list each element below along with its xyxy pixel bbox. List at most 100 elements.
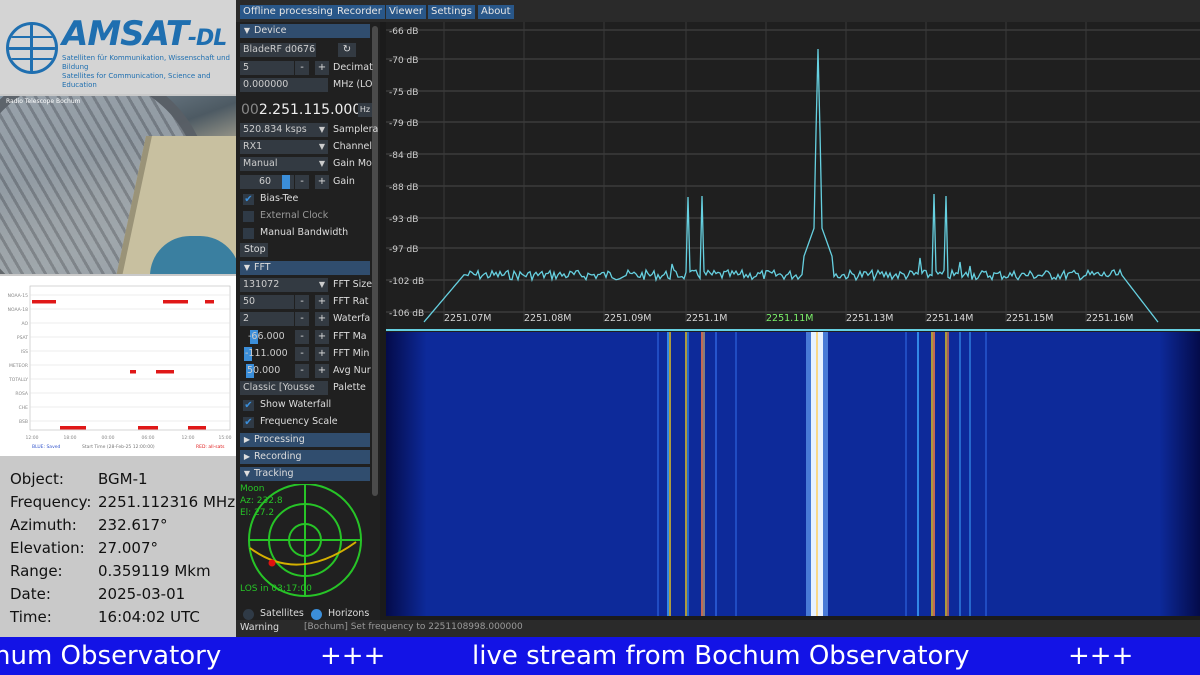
avg-input[interactable]: 50.000 — [240, 364, 294, 378]
avg-plus-button[interactable]: + — [315, 364, 329, 378]
palette-label: Palette — [333, 382, 366, 393]
spectrum-db-label: -70 dB — [389, 56, 418, 66]
device-select[interactable]: BladeRF d0676 — [240, 43, 316, 57]
refresh-icon[interactable]: ↻ — [338, 43, 356, 57]
spectrum-freq-label: 2251.14M — [926, 313, 973, 324]
satellite-schedule: NOAA-15 NOAA-18 AO PSAT ISS METEOR TOTALLY ROSA… — [0, 276, 236, 456]
section-fft[interactable]: ▼ FFT — [240, 261, 370, 275]
logo-brand: AMSAT-DL — [62, 14, 227, 54]
external-clock-checkbox[interactable] — [243, 211, 254, 222]
section-processing[interactable]: ▶ Processing — [240, 433, 370, 447]
fft-max-minus-button[interactable]: - — [295, 330, 309, 344]
channel-select[interactable]: RX1 ▼ — [240, 140, 328, 154]
bias-tee-label: Bias-Tee — [260, 193, 299, 204]
waterfall-minus-button[interactable]: - — [295, 312, 309, 326]
fft-max-plus-button[interactable]: + — [315, 330, 329, 344]
waterfall-rate-input[interactable]: 2 — [240, 312, 294, 326]
spectrum-freq-label: 2251.16M — [1086, 313, 1133, 324]
info-label: Range: — [10, 562, 63, 580]
waterfall-plus-button[interactable]: + — [315, 312, 329, 326]
samplerate-label: Samplera — [333, 124, 379, 135]
frequency-scale-checkbox[interactable]: ✔ — [243, 417, 254, 428]
menu-recorder[interactable]: Recorder — [334, 5, 385, 19]
freq-unit: Hz — [358, 103, 372, 117]
gain-minus-button[interactable]: - — [295, 175, 309, 189]
fft-rate-minus-button[interactable]: - — [295, 295, 309, 309]
info-label: Time: — [10, 608, 52, 626]
info-label: Object: — [10, 470, 64, 488]
stop-button[interactable]: Stop — [240, 243, 268, 257]
horizons-radio[interactable] — [311, 609, 322, 620]
spectrum-freq-label: 2251.13M — [846, 313, 893, 324]
ticker-middle: live stream from Bochum Observatory — [472, 641, 970, 671]
spectrum-db-label: -88 dB — [389, 183, 418, 193]
schedule-row-label: NOAA-18 — [8, 307, 28, 313]
menu-offline-processing[interactable]: Offline processing — [240, 5, 336, 19]
info-value: 16:04:02 UTC — [98, 608, 200, 626]
schedule-footer-left: BLUE: Saved — [32, 444, 60, 450]
spectrum-db-label: -102 dB — [389, 277, 424, 287]
horizons-label: Horizons — [328, 608, 370, 619]
avg-label: Avg Nur — [333, 365, 371, 376]
fft-rate-input[interactable]: 50 — [240, 295, 294, 309]
decimation-plus-button[interactable]: + — [315, 61, 329, 75]
lo-label: MHz (LO — [333, 79, 373, 90]
bias-tee-checkbox[interactable]: ✔ — [243, 194, 254, 205]
spectrum-db-label: -79 dB — [389, 119, 418, 129]
samplerate-select[interactable]: 520.834 ksps ▼ — [240, 123, 328, 137]
fft-min-plus-button[interactable]: + — [315, 347, 329, 361]
menu-about[interactable]: About — [478, 5, 514, 19]
fft-rate-plus-button[interactable]: + — [315, 295, 329, 309]
info-panel: AMSAT-DL Satelliten für Kommunikation, W… — [0, 0, 236, 637]
gain-mode-select[interactable]: Manual ▼ — [240, 157, 328, 171]
spectrum-db-label: -84 dB — [389, 151, 418, 161]
fft-min-minus-button[interactable]: - — [295, 347, 309, 361]
spectrum-freq-label: 2251.09M — [604, 313, 651, 324]
fft-min-input[interactable]: -111.000 — [240, 347, 294, 361]
spectrum-db-label: -93 dB — [389, 215, 418, 225]
status-bar: Warning [Bochum] Set frequency to 225110… — [236, 620, 1200, 637]
sidebar-scrollbar[interactable] — [372, 26, 378, 496]
globe-icon — [6, 22, 58, 74]
manual-bandwidth-checkbox[interactable] — [243, 228, 254, 239]
schedule-pass — [163, 300, 188, 304]
palette-select[interactable]: Classic [Yousse — [240, 381, 328, 395]
ticker-left: hum Observatory — [0, 641, 222, 671]
schedule-pass — [60, 426, 86, 430]
satellites-radio[interactable] — [243, 609, 254, 620]
tracking-elevation: El: 27.2 — [240, 508, 275, 518]
ticker-sep-1: +++ — [320, 641, 386, 671]
fft-max-input[interactable]: -66.000 — [240, 330, 294, 344]
section-recording[interactable]: ▶ Recording — [240, 450, 370, 464]
menu-viewer[interactable]: Viewer — [386, 5, 426, 19]
show-waterfall-checkbox[interactable]: ✔ — [243, 400, 254, 411]
waterfall-display[interactable] — [386, 332, 1200, 616]
section-device[interactable]: ▼ Device — [240, 24, 370, 38]
tracking-target: Moon — [240, 484, 265, 494]
fft-size-select[interactable]: 131072 ▼ — [240, 278, 328, 292]
avg-minus-button[interactable]: - — [295, 364, 309, 378]
menu-bar: Offline processing Recorder Viewer Settings… — [236, 0, 1200, 22]
menu-settings[interactable]: Settings — [428, 5, 476, 19]
gain-plus-button[interactable]: + — [315, 175, 329, 189]
schedule-pass — [32, 300, 56, 304]
schedule-pass — [205, 300, 214, 304]
info-row: Azimuth: 232.617° — [10, 516, 236, 538]
gain-slider[interactable] — [282, 175, 290, 189]
decimation-minus-button[interactable]: - — [295, 61, 309, 75]
decimation-input[interactable]: 5 — [240, 61, 294, 75]
schedule-pass — [130, 370, 136, 374]
status-message: [Bochum] Set frequency to 2251108998.000… — [304, 622, 523, 632]
section-tracking[interactable]: ▼ Tracking — [240, 467, 370, 481]
info-row: Date: 2025-03-01 — [10, 585, 236, 607]
schedule-row-label: ISS — [21, 349, 28, 355]
spectrum-freq-label: 2251.15M — [1006, 313, 1053, 324]
schedule-time-label: 12:00 — [182, 435, 195, 441]
info-row: Range: 0.359119 Mkm — [10, 562, 236, 584]
frequency-display[interactable]: 002.251.115.000 — [241, 101, 361, 119]
fft-spectrum[interactable]: -66 dB -70 dB -75 dB -79 dB -84 dB -88 dB -93 … — [386, 22, 1200, 332]
info-label: Date: — [10, 585, 51, 603]
lo-input[interactable]: 0.000000 — [240, 78, 328, 92]
spectrum-db-label: -66 dB — [389, 27, 418, 37]
show-waterfall-label: Show Waterfall — [260, 399, 332, 410]
